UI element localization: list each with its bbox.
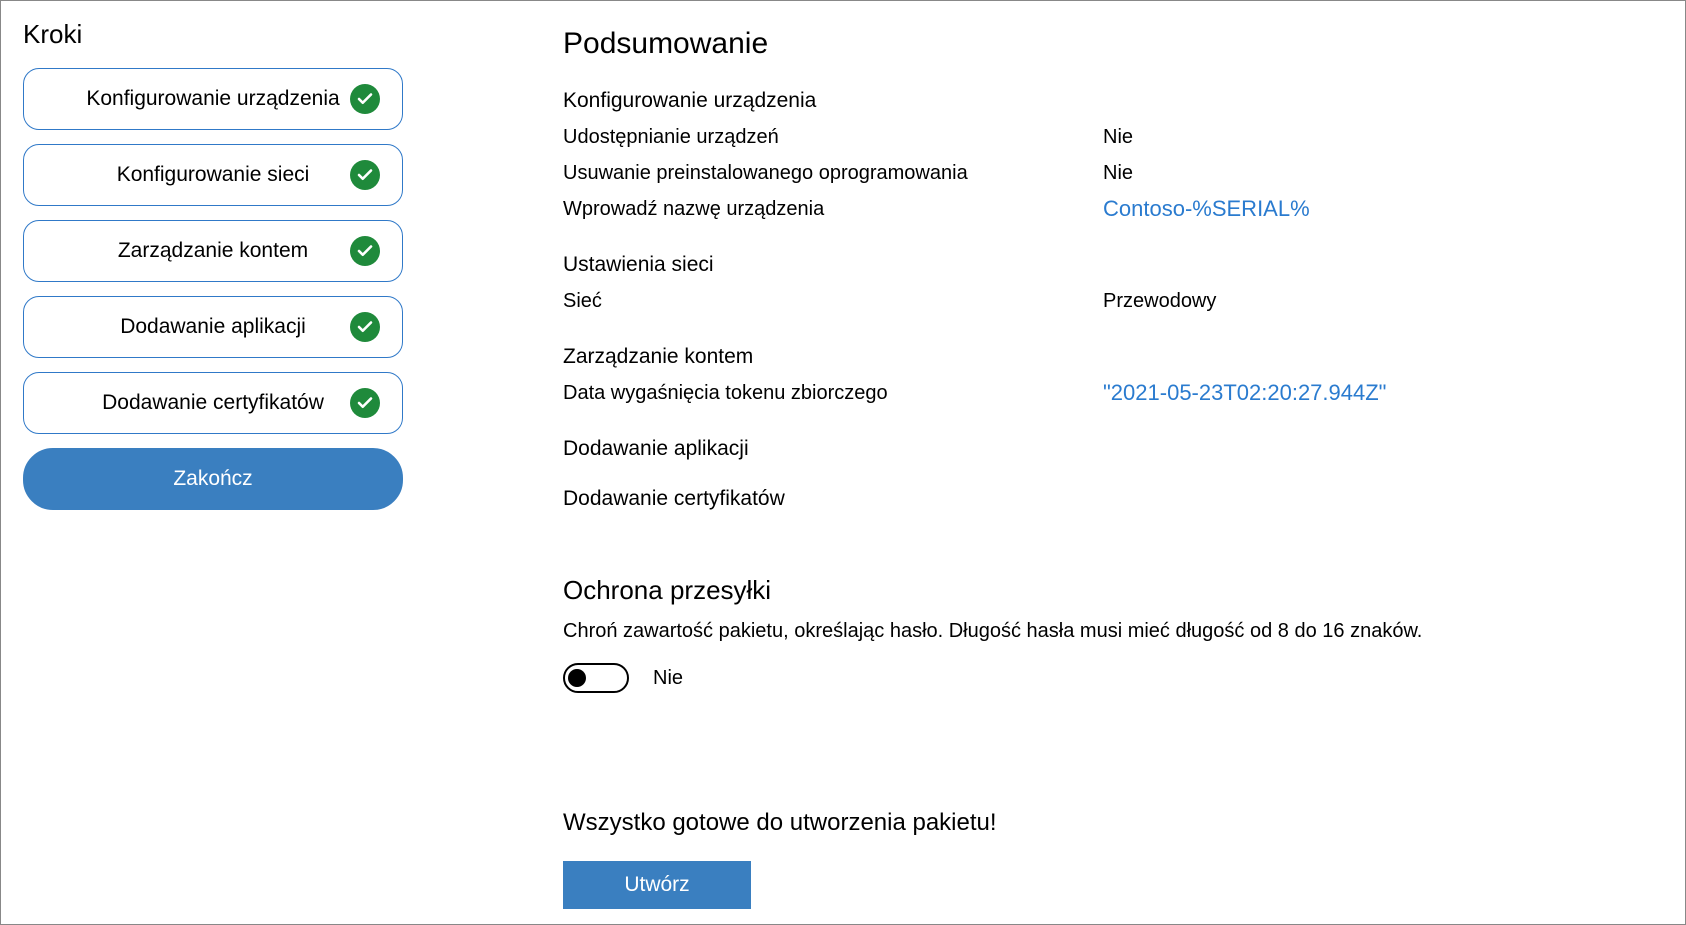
section-certs-heading: Dodawanie certyfikatów [563, 487, 1663, 511]
section-network-heading: Ustawienia sieci [563, 253, 1663, 277]
summary-panel: Podsumowanie Konfigurowanie urządzenia U… [563, 19, 1663, 906]
checkmark-icon [350, 160, 380, 190]
row-network: Sieć Przewodowy [563, 283, 1663, 319]
checkmark-icon [350, 312, 380, 342]
value: Nie [1103, 119, 1663, 155]
section-apps-heading: Dodawanie aplikacji [563, 437, 1663, 461]
label: Usuwanie preinstalowanego oprogramowania [563, 155, 1103, 191]
ready-text: Wszystko gotowe do utworzenia pakietu! [563, 809, 1663, 837]
step-finish[interactable]: Zakończ [23, 448, 403, 510]
sidebar-title: Kroki [23, 19, 403, 50]
protection-toggle-row: Nie [563, 663, 1663, 693]
row-device-name: Wprowadź nazwę urządzenia Contoso-%SERIA… [563, 191, 1663, 227]
protection-description: Chroń zawartość pakietu, określając hasł… [563, 620, 1663, 643]
protection-toggle[interactable] [563, 663, 629, 693]
toggle-knob [568, 669, 586, 687]
row-token: Data wygaśnięcia tokenu zbiorczego "2021… [563, 375, 1663, 411]
step-label: Dodawanie aplikacji [120, 315, 306, 339]
page-title: Podsumowanie [563, 27, 1663, 61]
value-device-name[interactable]: Contoso-%SERIAL% [1103, 191, 1663, 227]
toggle-label: Nie [653, 667, 683, 690]
checkmark-icon [350, 388, 380, 418]
label: Udostępnianie urządzeń [563, 119, 1103, 155]
row-device-share: Udostępnianie urządzeń Nie [563, 119, 1663, 155]
step-label: Zarządzanie kontem [118, 239, 308, 263]
step-label: Konfigurowanie sieci [117, 163, 310, 187]
protection-heading: Ochrona przesyłki [563, 575, 1663, 606]
value: Nie [1103, 155, 1663, 191]
label: Wprowadź nazwę urządzenia [563, 191, 1103, 227]
step-label: Zakończ [173, 467, 252, 491]
steps-sidebar: Kroki Konfigurowanie urządzenia Konfigur… [23, 19, 403, 906]
step-apps[interactable]: Dodawanie aplikacji [23, 296, 403, 358]
section-device-heading: Konfigurowanie urządzenia [563, 89, 1663, 113]
step-certs[interactable]: Dodawanie certyfikatów [23, 372, 403, 434]
value-token-expiry[interactable]: "2021-05-23T02:20:27.944Z" [1103, 375, 1663, 411]
step-network[interactable]: Konfigurowanie sieci [23, 144, 403, 206]
step-label: Konfigurowanie urządzenia [86, 87, 339, 111]
checkmark-icon [350, 84, 380, 114]
label: Sieć [563, 283, 1103, 319]
step-account[interactable]: Zarządzanie kontem [23, 220, 403, 282]
value: Przewodowy [1103, 283, 1663, 319]
label: Data wygaśnięcia tokenu zbiorczego [563, 375, 1103, 411]
step-label: Dodawanie certyfikatów [102, 391, 324, 415]
checkmark-icon [350, 236, 380, 266]
section-account-heading: Zarządzanie kontem [563, 345, 1663, 369]
step-device[interactable]: Konfigurowanie urządzenia [23, 68, 403, 130]
row-device-remove: Usuwanie preinstalowanego oprogramowania… [563, 155, 1663, 191]
create-button[interactable]: Utwórz [563, 861, 751, 909]
